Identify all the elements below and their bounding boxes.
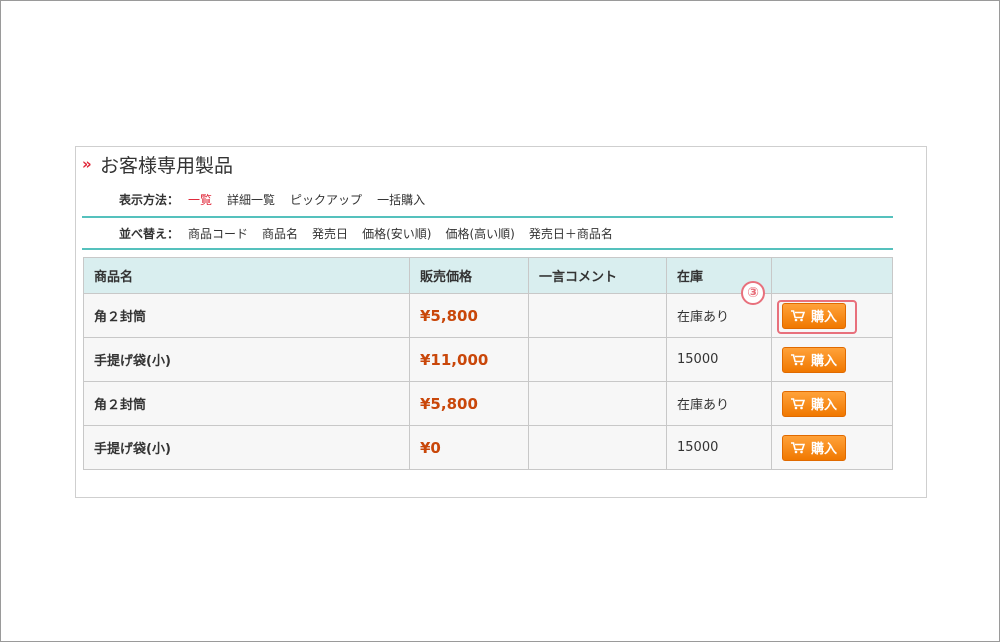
sort-option-price-desc[interactable]: 価格(高い順) xyxy=(445,225,514,242)
price-value: ¥5,800 xyxy=(420,394,478,413)
section-header: » お客様専用製品 xyxy=(82,153,234,177)
sort-option-product-code[interactable]: 商品コード xyxy=(188,225,248,242)
product-name: 角２封筒 xyxy=(83,293,410,338)
buy-button[interactable]: 購入 xyxy=(782,302,846,329)
view-mode-label: 表示方法： xyxy=(119,193,180,207)
buy-button[interactable]: 購入 xyxy=(782,434,846,461)
screenshot-frame: » お客様専用製品 表示方法： 一覧 詳細一覧 ピックアップ 一括購入 並べ替え… xyxy=(0,0,1000,642)
table-row: 角２封筒 ¥5,800 在庫あり 購入 xyxy=(83,381,893,426)
sort-option-product-name[interactable]: 商品名 xyxy=(262,225,298,242)
divider xyxy=(82,216,893,218)
view-option-list[interactable]: 一覧 xyxy=(188,191,212,208)
buy-button-label: 購入 xyxy=(810,310,837,325)
column-header-price: 販売価格 xyxy=(409,257,529,294)
product-name: 角２封筒 xyxy=(83,381,410,426)
product-name: 手提げ袋(小) xyxy=(83,425,410,470)
product-stock: 在庫あり xyxy=(666,381,772,426)
product-price: ¥11,000 xyxy=(409,337,529,382)
view-option-pickup[interactable]: ピックアップ xyxy=(290,191,362,208)
customer-products-panel: » お客様専用製品 表示方法： 一覧 詳細一覧 ピックアップ 一括購入 並べ替え… xyxy=(75,146,927,498)
product-price: ¥5,800 xyxy=(409,381,529,426)
table-row: 角２封筒 ¥5,800 在庫あり 購入 xyxy=(83,293,893,338)
product-stock: 15000 xyxy=(666,425,772,470)
sort-bar: 並べ替え： 商品コード 商品名 発売日 価格(安い順) 価格(高い順) 発売日＋… xyxy=(119,225,627,242)
table-header-row: 商品名 販売価格 一言コメント 在庫 xyxy=(83,257,893,294)
buy-button-label: 購入 xyxy=(810,354,837,369)
page-title: お客様専用製品 xyxy=(100,154,234,177)
buy-button[interactable]: 購入 xyxy=(782,346,846,373)
product-comment xyxy=(528,293,667,338)
action-cell: 購入 xyxy=(771,381,893,426)
buy-button[interactable]: 購入 xyxy=(782,390,846,417)
divider xyxy=(82,248,893,250)
sort-option-price-asc[interactable]: 価格(安い順) xyxy=(362,225,431,242)
product-comment xyxy=(528,337,667,382)
price-value: ¥11,000 xyxy=(420,350,489,369)
double-chevron-right-icon: » xyxy=(82,155,92,173)
view-mode-bar: 表示方法： 一覧 詳細一覧 ピックアップ 一括購入 xyxy=(119,191,440,208)
action-cell: 購入 xyxy=(771,293,893,338)
product-price: ¥5,800 xyxy=(409,293,529,338)
product-name: 手提げ袋(小) xyxy=(83,337,410,382)
step-number-marker: ③ xyxy=(741,281,765,305)
action-cell: 購入 xyxy=(771,425,893,470)
buy-button-label: 購入 xyxy=(810,442,837,457)
view-option-detail-list[interactable]: 詳細一覧 xyxy=(227,191,275,208)
table-row: 手提げ袋(小) ¥0 15000 購入 xyxy=(83,425,893,470)
product-comment xyxy=(528,425,667,470)
column-header-comment: 一言コメント xyxy=(528,257,667,294)
column-header-product-name: 商品名 xyxy=(83,257,410,294)
price-value: ¥0 xyxy=(420,438,441,457)
product-comment xyxy=(528,381,667,426)
price-value: ¥5,800 xyxy=(420,306,478,325)
cart-icon xyxy=(790,397,805,410)
product-stock: 15000 xyxy=(666,337,772,382)
buy-button-label: 購入 xyxy=(810,398,837,413)
sort-option-release-date[interactable]: 発売日 xyxy=(312,225,348,242)
cart-icon xyxy=(790,353,805,366)
column-header-action xyxy=(771,257,893,294)
product-price: ¥0 xyxy=(409,425,529,470)
sort-option-date-and-name[interactable]: 発売日＋商品名 xyxy=(529,225,613,242)
table-row: 手提げ袋(小) ¥11,000 15000 購入 xyxy=(83,337,893,382)
cart-icon xyxy=(790,441,805,454)
view-option-bulk-purchase[interactable]: 一括購入 xyxy=(377,191,425,208)
product-table: 商品名 販売価格 一言コメント 在庫 角２封筒 ¥5,800 在庫あり 購入 手… xyxy=(83,257,893,470)
sort-label: 並べ替え： xyxy=(119,227,180,241)
action-cell: 購入 xyxy=(771,337,893,382)
cart-icon xyxy=(790,309,805,322)
